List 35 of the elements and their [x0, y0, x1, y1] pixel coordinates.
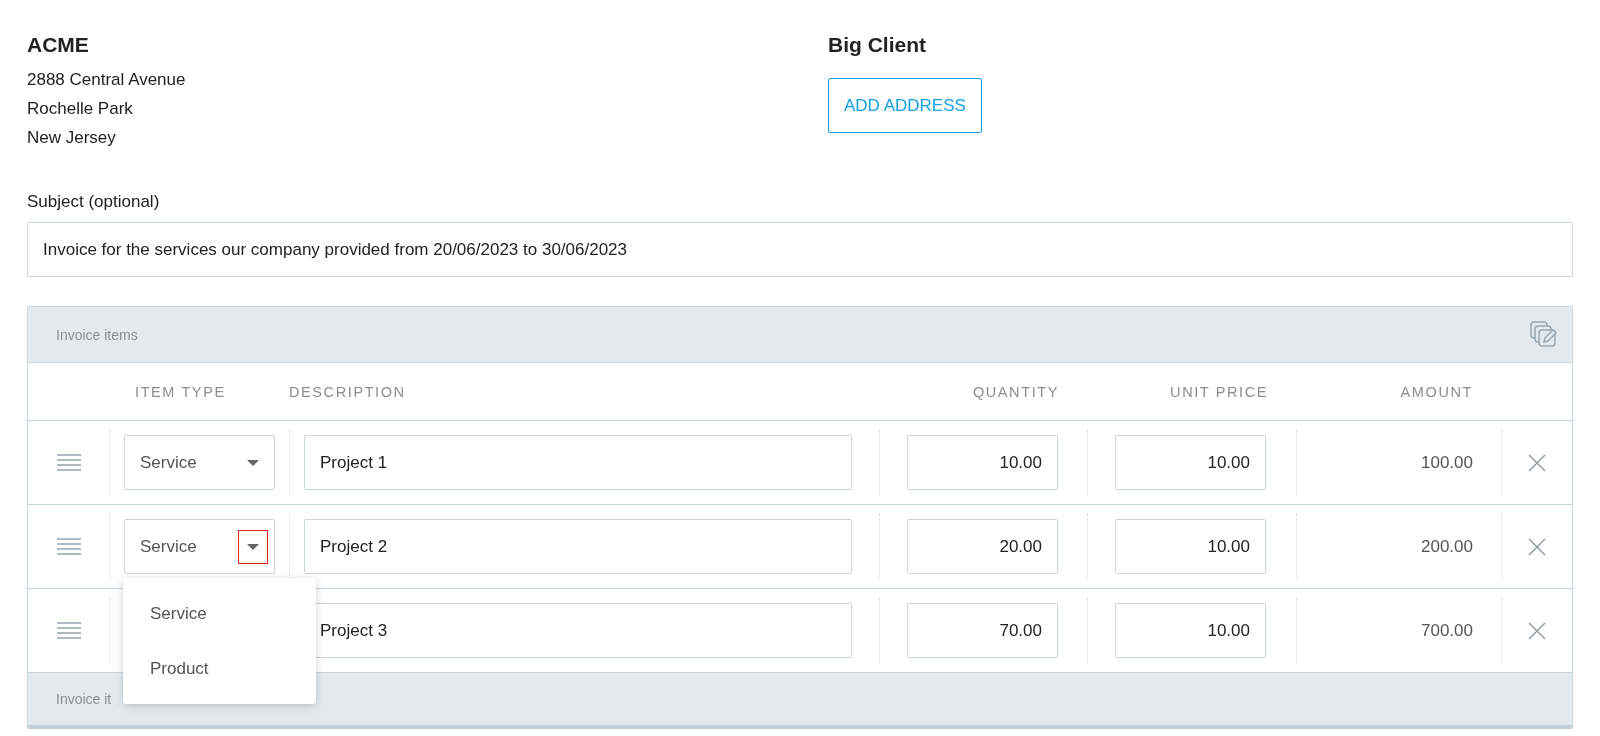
quantity-field[interactable]: 70.00	[907, 603, 1058, 658]
column-header: UNIT PRICE	[1169, 383, 1269, 400]
drag-handle-icon[interactable]	[56, 454, 81, 471]
address-line: Rochelle Park	[27, 98, 134, 120]
quantity-field[interactable]: 10.00	[907, 435, 1058, 490]
caret-icon[interactable]	[238, 529, 268, 564]
section-title: Invoice items	[56, 326, 138, 343]
column-header: AMOUNT	[1399, 383, 1474, 400]
company-name: ACME	[27, 32, 90, 58]
column-header: DESCRIPTION	[289, 383, 407, 400]
description-field[interactable]: Project 2	[304, 519, 852, 574]
close-icon[interactable]	[1528, 621, 1546, 640]
client-name: Big Client	[828, 32, 927, 58]
amount-text: 200.00	[1421, 536, 1473, 557]
quantity-field[interactable]: 20.00	[907, 519, 1058, 574]
item-type-select[interactable]: Service	[124, 435, 275, 490]
close-icon[interactable]	[1528, 537, 1546, 556]
description-field[interactable]: Project 1	[304, 435, 852, 490]
unit-price-field[interactable]: 10.00	[1115, 435, 1266, 490]
drag-handle-icon[interactable]	[56, 622, 81, 639]
address-line: 2888 Central Avenue	[27, 69, 187, 91]
column-header: QUANTITY	[971, 383, 1060, 400]
subject-field[interactable]: Invoice for the services our company provided from 20/06/2023 to 30/06/2023	[27, 222, 1573, 277]
field-label: Subject (optional)	[27, 191, 161, 213]
address-line: New Jersey	[27, 127, 117, 149]
section-title: Invoice it	[56, 691, 112, 707]
item-type-select[interactable]: Service	[124, 519, 275, 574]
column-header: ITEM TYPE	[134, 383, 227, 400]
unit-price-field[interactable]: 10.00	[1115, 603, 1266, 658]
amount-text: 700.00	[1421, 620, 1473, 641]
unit-price-field[interactable]: 10.00	[1115, 519, 1266, 574]
copy-edit-icon[interactable]	[1530, 321, 1558, 348]
close-icon[interactable]	[1528, 453, 1546, 472]
drag-handle-icon[interactable]	[56, 538, 81, 555]
amount-text: 100.00	[1421, 452, 1473, 473]
